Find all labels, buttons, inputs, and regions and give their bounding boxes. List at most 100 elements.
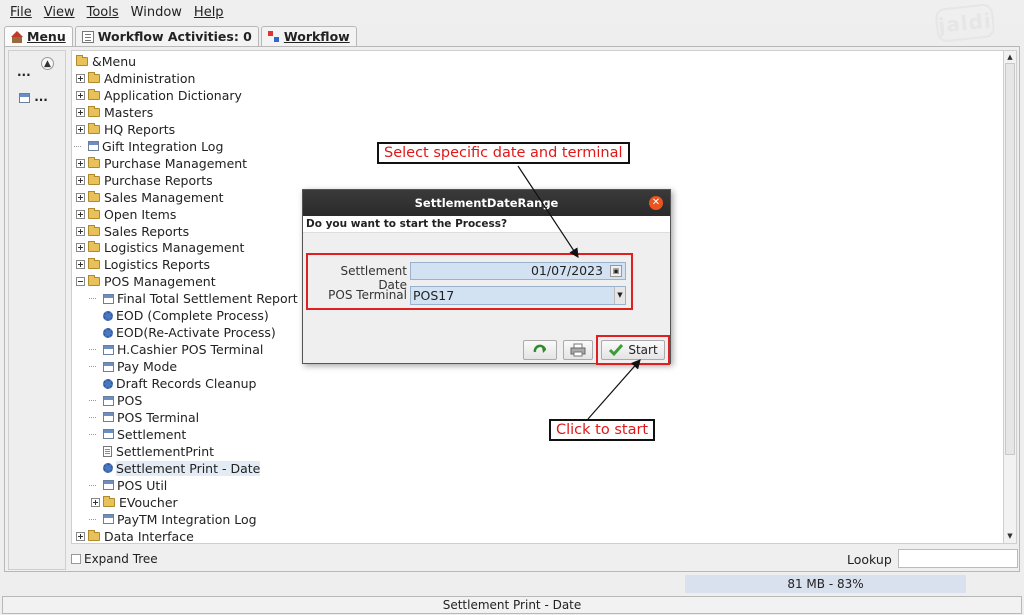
tree-scrollbar[interactable]: ▲ ▼ bbox=[1003, 51, 1016, 543]
list-icon bbox=[81, 30, 94, 43]
folder-icon bbox=[88, 88, 100, 100]
menu-window[interactable]: Window bbox=[125, 5, 188, 20]
expand-icon[interactable] bbox=[76, 243, 85, 253]
print-button[interactable] bbox=[563, 340, 593, 360]
tree-item[interactable]: EVoucher bbox=[91, 494, 178, 511]
tree-item[interactable]: POS Util bbox=[89, 477, 167, 494]
tree-item[interactable]: H.Cashier POS Terminal bbox=[89, 341, 263, 358]
menu-bar: File View Tools Window Help bbox=[0, 0, 1024, 24]
tree-item[interactable]: Logistics Management bbox=[76, 239, 244, 256]
refresh-button[interactable] bbox=[523, 340, 557, 360]
tree-item[interactable]: PayTM Integration Log bbox=[89, 511, 257, 528]
app-logo: jaldi bbox=[934, 3, 996, 43]
lookup-input[interactable] bbox=[898, 549, 1018, 568]
pos-terminal-select[interactable]: POS17 ▼ bbox=[410, 286, 626, 305]
window-icon bbox=[103, 361, 114, 372]
folder-icon bbox=[88, 156, 100, 168]
tab-workflow[interactable]: Workflow bbox=[260, 26, 357, 46]
folder-icon bbox=[88, 190, 100, 202]
close-icon[interactable]: ✕ bbox=[649, 196, 663, 210]
expand-tree-label: Expand Tree bbox=[84, 552, 158, 566]
expand-icon[interactable] bbox=[76, 73, 85, 83]
window-icon bbox=[103, 293, 114, 304]
tree-item[interactable]: Pay Mode bbox=[89, 358, 177, 375]
expand-icon[interactable] bbox=[76, 192, 85, 202]
dialog-title-bar[interactable]: SettlementDateRange ✕ bbox=[303, 190, 670, 216]
expand-icon[interactable] bbox=[76, 531, 85, 541]
scroll-up-icon[interactable]: ▲ bbox=[1005, 52, 1015, 62]
menu-tools[interactable]: Tools bbox=[81, 5, 125, 20]
collapse-tree-icon[interactable] bbox=[76, 277, 85, 287]
scroll-thumb[interactable] bbox=[1005, 63, 1015, 455]
calendar-icon[interactable]: ▣ bbox=[610, 265, 622, 277]
menu-file[interactable]: File bbox=[4, 5, 38, 20]
expand-icon[interactable] bbox=[76, 158, 85, 168]
window-icon bbox=[103, 344, 114, 355]
tree-item[interactable]: Sales Reports bbox=[76, 223, 189, 240]
left-panel-menu[interactable]: ... bbox=[17, 65, 31, 79]
tree-item[interactable]: Data Interface bbox=[76, 528, 194, 543]
tree-item[interactable]: Purchase Management bbox=[76, 155, 247, 172]
tab-bar: Menu Workflow Activities: 0 Workflow bbox=[4, 26, 359, 46]
tree-item[interactable]: SettlementPrint bbox=[91, 443, 214, 460]
tree-item[interactable]: HQ Reports bbox=[76, 121, 175, 138]
tree-item[interactable]: POS Management bbox=[76, 273, 216, 290]
window-icon bbox=[88, 141, 99, 152]
tree-item[interactable]: EOD (Complete Process) bbox=[91, 307, 269, 324]
expand-icon[interactable] bbox=[76, 226, 85, 236]
window-icon bbox=[19, 92, 30, 103]
expand-icon[interactable] bbox=[91, 497, 100, 507]
tab-workflow-activities[interactable]: Workflow Activities: 0 bbox=[74, 26, 259, 46]
window-icon bbox=[103, 480, 114, 491]
tree-item[interactable]: Purchase Reports bbox=[76, 172, 213, 189]
folder-icon bbox=[88, 258, 100, 270]
tree-root[interactable]: &Menu bbox=[76, 53, 136, 70]
tree-item[interactable]: POS bbox=[89, 392, 142, 409]
tree-item[interactable]: Gift Integration Log bbox=[74, 138, 223, 155]
tree-item[interactable]: Settlement bbox=[89, 426, 186, 443]
dialog-question: Do you want to start the Process? bbox=[303, 216, 670, 233]
start-button[interactable]: Start bbox=[601, 340, 665, 360]
process-icon bbox=[103, 463, 113, 474]
menu-help[interactable]: Help bbox=[188, 5, 230, 20]
tree-item[interactable]: Settlement Print - Date bbox=[91, 460, 261, 477]
menu-view[interactable]: View bbox=[38, 5, 81, 20]
folder-icon bbox=[88, 241, 100, 253]
left-panel-recent[interactable]: ... bbox=[19, 90, 48, 104]
expand-tree-checkbox[interactable] bbox=[71, 554, 81, 564]
tree-item[interactable]: Sales Management bbox=[76, 189, 224, 206]
folder-icon bbox=[88, 71, 100, 83]
tree-bottom-bar: Expand Tree Lookup bbox=[71, 549, 1018, 569]
tree-item[interactable]: Logistics Reports bbox=[76, 256, 210, 273]
expand-icon[interactable] bbox=[76, 209, 85, 219]
tree-item[interactable]: Final Total Settlement Report bbox=[89, 290, 298, 307]
tree-item[interactable]: EOD(Re-Activate Process) bbox=[91, 324, 276, 341]
memory-indicator[interactable]: 81 MB - 83% bbox=[685, 575, 966, 593]
expand-icon[interactable] bbox=[76, 107, 85, 117]
window-icon bbox=[103, 429, 114, 440]
scroll-down-icon[interactable]: ▼ bbox=[1005, 531, 1015, 541]
window-icon bbox=[103, 412, 114, 423]
workflow-icon bbox=[267, 30, 280, 43]
folder-icon bbox=[103, 495, 115, 507]
tab-menu[interactable]: Menu bbox=[4, 26, 73, 46]
window-icon bbox=[103, 395, 114, 406]
expand-icon[interactable] bbox=[76, 90, 85, 100]
expand-icon[interactable] bbox=[76, 260, 85, 270]
collapse-icon[interactable]: ▲ bbox=[41, 57, 54, 70]
process-icon bbox=[103, 327, 113, 338]
chevron-down-icon[interactable]: ▼ bbox=[614, 287, 625, 304]
folder-open-icon bbox=[76, 55, 88, 66]
settlement-dialog: SettlementDateRange ✕ Do you want to sta… bbox=[302, 189, 671, 365]
tree-item[interactable]: Masters bbox=[76, 104, 153, 121]
tree-item[interactable]: POS Terminal bbox=[89, 409, 199, 426]
tree-item[interactable]: Draft Records Cleanup bbox=[91, 375, 257, 392]
tree-item[interactable]: Open Items bbox=[76, 206, 176, 223]
expand-icon[interactable] bbox=[76, 124, 85, 134]
tree-item[interactable]: Application Dictionary bbox=[76, 87, 242, 104]
tree-item[interactable]: Administration bbox=[76, 70, 195, 87]
pos-terminal-label: POS Terminal bbox=[328, 288, 407, 302]
process-icon bbox=[103, 310, 113, 321]
expand-icon[interactable] bbox=[76, 175, 85, 185]
settlement-date-field[interactable]: 01/07/2023 ▣ bbox=[410, 262, 626, 280]
